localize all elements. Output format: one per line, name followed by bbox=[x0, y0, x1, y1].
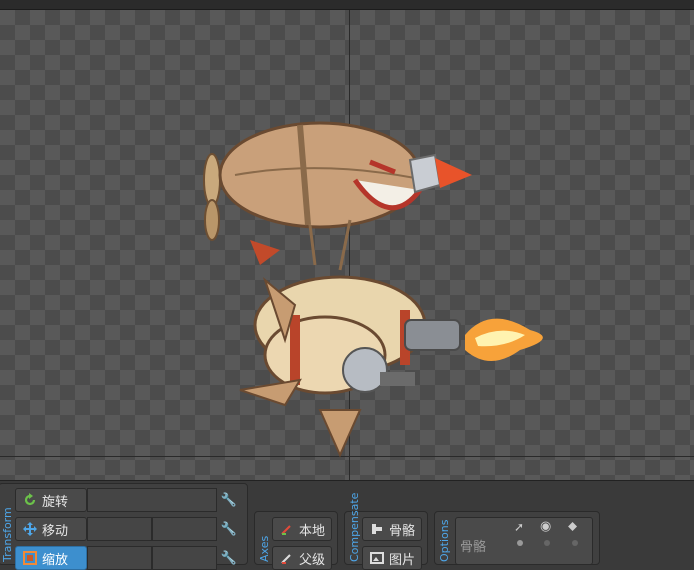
scale-settings-icon[interactable]: 🔧 bbox=[220, 549, 238, 567]
bones-visible-dot[interactable] bbox=[544, 540, 550, 546]
local-axes-button[interactable]: 本地 bbox=[272, 517, 332, 541]
rotate-value-field[interactable] bbox=[87, 488, 217, 512]
parent-axes-button[interactable]: 父级 bbox=[272, 546, 332, 570]
transform-group: Transform 旋转 🔧 移动 🔧 缩放 🔧 bbox=[0, 483, 248, 570]
rotate-label: 旋转 bbox=[42, 494, 69, 510]
transform-section-label: Transform bbox=[1, 507, 14, 562]
scale-x-field[interactable] bbox=[87, 546, 152, 570]
translate-label: 移动 bbox=[42, 523, 69, 539]
axes-group: Axes 本地 父级 bbox=[254, 511, 338, 570]
tag-icon[interactable]: ⬥ bbox=[568, 519, 577, 534]
translate-tool-button[interactable]: 移动 bbox=[15, 517, 87, 541]
compensate-images-button[interactable]: 图片 bbox=[362, 546, 422, 570]
images-label: 图片 bbox=[389, 552, 416, 568]
cursor-icon[interactable]: ➚ bbox=[514, 520, 524, 534]
rotate-settings-icon[interactable]: 🔧 bbox=[220, 491, 238, 509]
local-axes-icon bbox=[279, 521, 295, 537]
compensate-group: Compensate 骨骼 图片 bbox=[344, 493, 428, 570]
rotate-icon bbox=[22, 492, 38, 508]
local-label: 本地 bbox=[299, 523, 326, 539]
top-toolbar-strip bbox=[0, 0, 694, 10]
translate-x-field[interactable] bbox=[87, 517, 152, 541]
axes-section-label: Axes bbox=[258, 535, 271, 562]
compensate-section-label: Compensate bbox=[348, 492, 361, 562]
move-arrows-icon bbox=[22, 521, 38, 537]
bones-row-label: 骨骼 bbox=[460, 540, 487, 555]
options-section-label: Options bbox=[438, 519, 451, 562]
parent-label: 父级 bbox=[299, 552, 326, 568]
canvas-viewport[interactable] bbox=[0, 10, 694, 480]
bone-icon bbox=[369, 521, 385, 537]
rotate-tool-button[interactable]: 旋转 bbox=[15, 488, 87, 512]
airship-skeleton-sprite[interactable] bbox=[190, 110, 570, 470]
bones-select-dot[interactable] bbox=[517, 540, 523, 546]
scale-tool-button[interactable]: 缩放 bbox=[15, 546, 87, 570]
scale-label: 缩放 bbox=[42, 552, 69, 568]
translate-y-field[interactable] bbox=[152, 517, 217, 541]
bones-label: 骨骼 bbox=[389, 523, 416, 539]
bones-names-dot[interactable] bbox=[572, 540, 578, 546]
image-icon bbox=[369, 550, 385, 566]
scale-y-field[interactable] bbox=[152, 546, 217, 570]
scale-icon bbox=[22, 550, 38, 566]
options-group: Options ➚ ◉ ⬥ 骨骼 bbox=[434, 511, 600, 565]
options-inner-panel: ➚ ◉ ⬥ 骨骼 bbox=[455, 517, 593, 565]
compensate-bones-button[interactable]: 骨骼 bbox=[362, 517, 422, 541]
parent-axes-icon bbox=[279, 550, 295, 566]
eye-icon[interactable]: ◉ bbox=[540, 519, 551, 534]
tools-panel: Transform 旋转 🔧 移动 🔧 缩放 🔧 Axes 本地 父级 Comp… bbox=[0, 480, 694, 570]
translate-settings-icon[interactable]: 🔧 bbox=[220, 520, 238, 538]
